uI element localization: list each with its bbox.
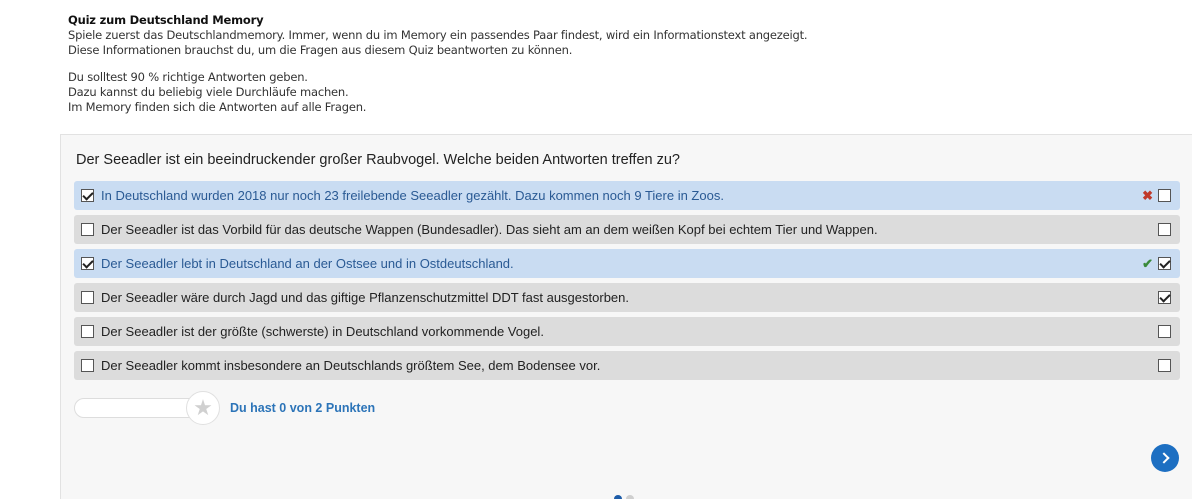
- answer-checkbox[interactable]: [81, 257, 94, 270]
- answer-option[interactable]: In Deutschland wurden 2018 nur noch 23 f…: [74, 181, 1180, 210]
- answer-text: Der Seeadler lebt in Deutschland an der …: [101, 256, 514, 271]
- intro-title: Quiz zum Deutschland Memory: [68, 13, 264, 27]
- answer-text: Der Seeadler wäre durch Jagd und das gif…: [101, 290, 629, 305]
- answer-checkbox[interactable]: [81, 223, 94, 236]
- intro-line: Im Memory finden sich die Antworten auf …: [68, 100, 367, 114]
- feedback-icon: ✔: [1142, 256, 1153, 271]
- answer-option[interactable]: Der Seeadler lebt in Deutschland an der …: [74, 249, 1180, 278]
- intro-line: Diese Informationen brauchst du, um die …: [68, 43, 573, 57]
- score-area: ★ Du hast 0 von 2 Punkten: [74, 391, 375, 425]
- solution-checkbox: [1158, 189, 1171, 202]
- intro-line: Du solltest 90 % richtige Antworten gebe…: [68, 70, 308, 84]
- intro-text: Quiz zum Deutschland Memory Spiele zuers…: [68, 13, 808, 115]
- pagination-dots: [614, 495, 638, 499]
- page-dot-2[interactable]: [626, 495, 634, 499]
- chevron-right-icon: [1157, 452, 1170, 464]
- star-icon: ★: [186, 391, 220, 425]
- answer-text: Der Seeadler ist der größte (schwerste) …: [101, 324, 544, 339]
- next-button[interactable]: [1151, 444, 1179, 472]
- answer-list: In Deutschland wurden 2018 nur noch 23 f…: [74, 181, 1180, 385]
- answer-text: In Deutschland wurden 2018 nur noch 23 f…: [101, 188, 724, 203]
- solution-checkbox: [1158, 291, 1171, 304]
- answer-option[interactable]: Der Seeadler ist der größte (schwerste) …: [74, 317, 1180, 346]
- answer-option[interactable]: Der Seeadler kommt insbesondere an Deuts…: [74, 351, 1180, 380]
- answer-checkbox[interactable]: [81, 325, 94, 338]
- score-progress-bar: [74, 398, 202, 418]
- feedback-icon: ✖: [1142, 188, 1153, 203]
- solution-checkbox: [1158, 223, 1171, 236]
- intro-line: Dazu kannst du beliebig viele Durchläufe…: [68, 85, 349, 99]
- page-dot-1[interactable]: [614, 495, 622, 499]
- answer-text: Der Seeadler ist das Vorbild für das deu…: [101, 222, 878, 237]
- solution-checkbox: [1158, 359, 1171, 372]
- quiz-panel: Der Seeadler ist ein beeindruckender gro…: [60, 134, 1192, 499]
- answer-checkbox[interactable]: [81, 189, 94, 202]
- score-text: Du hast 0 von 2 Punkten: [230, 401, 376, 415]
- answer-checkbox[interactable]: [81, 359, 94, 372]
- solution-checkbox: [1158, 325, 1171, 338]
- star-glyph: ★: [193, 395, 213, 420]
- answer-option[interactable]: Der Seeadler ist das Vorbild für das deu…: [74, 215, 1180, 244]
- intro-line: Spiele zuerst das Deutschlandmemory. Imm…: [68, 28, 808, 42]
- question-text: Der Seeadler ist ein beeindruckender gro…: [76, 152, 680, 168]
- answer-text: Der Seeadler kommt insbesondere an Deuts…: [101, 358, 601, 373]
- answer-option[interactable]: Der Seeadler wäre durch Jagd und das gif…: [74, 283, 1180, 312]
- answer-checkbox[interactable]: [81, 291, 94, 304]
- solution-checkbox: [1158, 257, 1171, 270]
